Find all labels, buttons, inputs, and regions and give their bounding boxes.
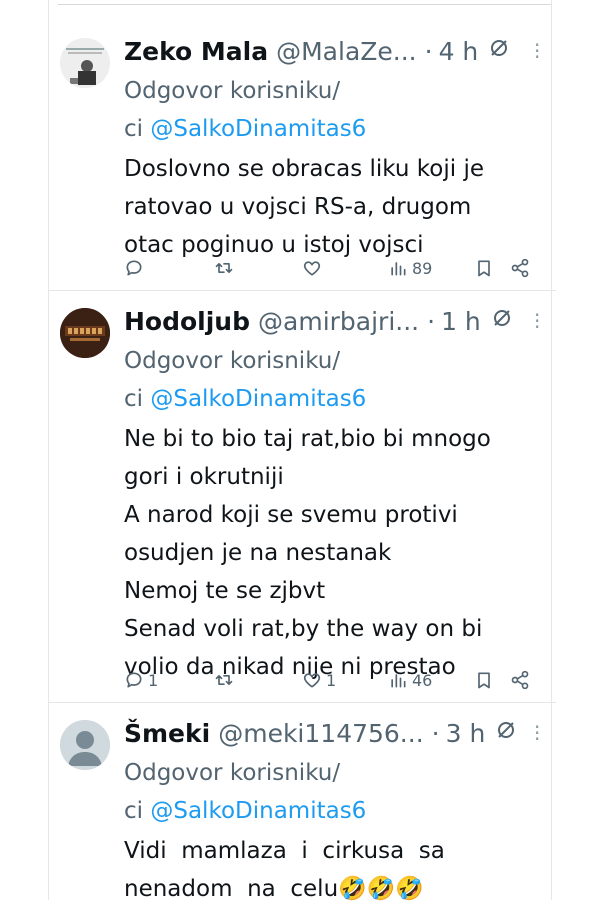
retweet-icon — [215, 263, 233, 273]
retweet-icon — [215, 675, 233, 685]
avatar[interactable] — [60, 720, 110, 770]
reply-icon — [126, 260, 142, 276]
author-handle[interactable]: @MalaZe... — [276, 37, 417, 66]
views-button[interactable]: 46 — [388, 670, 432, 690]
bookmark-icon — [478, 672, 490, 689]
avatar[interactable] — [60, 308, 110, 358]
tweet-text: Ne bi to bio taj rat,bio bi mnogo gori i… — [124, 426, 491, 680]
reply-prefix: Odgovor korisniku/ — [124, 760, 341, 786]
reply-context: Odgovor korisniku/ ci @SalkoDinamitas6 — [124, 754, 556, 830]
reply-mention-link[interactable]: @SalkoDinamitas6 — [150, 386, 366, 412]
share-button[interactable] — [510, 258, 530, 278]
author-handle[interactable]: @amirbajri... — [258, 307, 419, 336]
reply-context: Odgovor korisniku/ ci @SalkoDinamitas6 — [124, 72, 556, 148]
like-count: 1 — [326, 670, 337, 690]
tweet-actions: 1 1 46 — [124, 666, 540, 694]
reply-button[interactable]: 1 — [124, 670, 158, 690]
author-name[interactable]: Zeko Mala — [124, 37, 268, 66]
more-icon[interactable]: · · · — [534, 717, 540, 749]
grok-icon[interactable] — [495, 719, 517, 747]
like-button[interactable]: 1 — [302, 670, 336, 690]
reply-context: Odgovor korisniku/ ci @SalkoDinamitas6 — [124, 342, 556, 418]
author-name[interactable]: Šmeki — [124, 719, 210, 748]
tweet-hodoljub[interactable]: Hodoljub @amirbajri... · 1 h Odgovor kor… — [48, 290, 556, 703]
grok-icon[interactable] — [488, 37, 510, 65]
reply-mention-link[interactable]: @SalkoDinamitas6 — [150, 798, 366, 824]
views-count: 46 — [412, 670, 433, 690]
views-icon — [391, 262, 406, 276]
views-button[interactable]: 89 — [388, 258, 432, 278]
separator-dot: · — [424, 36, 433, 66]
reply-prefix-2: ci — [124, 798, 151, 824]
more-icon[interactable]: · · · — [534, 35, 540, 67]
timestamp[interactable]: 1 h — [441, 307, 481, 336]
share-button[interactable] — [510, 670, 530, 690]
avatar[interactable] — [60, 38, 110, 88]
grok-icon[interactable] — [491, 307, 513, 335]
reply-prefix-2: ci — [124, 116, 151, 142]
like-icon — [303, 673, 321, 688]
share-icon — [511, 258, 529, 278]
bookmark-button[interactable] — [474, 258, 494, 278]
reply-count: 1 — [148, 670, 159, 690]
author-name[interactable]: Hodoljub — [124, 307, 250, 336]
tweet-text: Doslovno se obracas liku koji je ratovao… — [124, 156, 484, 258]
bookmark-button[interactable] — [474, 670, 494, 690]
views-count: 89 — [412, 258, 433, 278]
reply-mention-link[interactable]: @SalkoDinamitas6 — [150, 116, 366, 142]
like-button[interactable] — [302, 258, 326, 278]
tweet-smeki[interactable]: Šmeki @meki114756... · 3 h Odgovor koris… — [48, 702, 556, 902]
retweet-button[interactable] — [214, 670, 238, 690]
reply-button[interactable] — [124, 258, 148, 278]
tweet-text: Vidi mamlaza i cirkusa sa nenadom na cel… — [124, 838, 445, 902]
author-handle[interactable]: @meki114756... — [218, 719, 423, 748]
timestamp[interactable]: 3 h — [446, 719, 486, 748]
reply-prefix: Odgovor korisniku/ — [124, 78, 341, 104]
bookmark-icon — [478, 260, 490, 277]
reply-prefix: Odgovor korisniku/ — [124, 348, 341, 374]
separator-dot: · — [427, 306, 436, 336]
reply-prefix-2: ci — [124, 386, 151, 412]
tweet-zeko-mala[interactable]: Zeko Mala @MalaZe... · 4 h Odgovor koris… — [48, 20, 556, 291]
reply-icon — [126, 672, 142, 688]
views-icon — [391, 674, 406, 688]
retweet-button[interactable] — [214, 258, 238, 278]
separator-dot: · — [431, 718, 440, 748]
tweet-actions: 89 — [124, 254, 540, 282]
timestamp[interactable]: 4 h — [439, 37, 479, 66]
share-icon — [511, 670, 529, 690]
more-icon[interactable]: · · · — [534, 305, 540, 337]
like-icon — [303, 261, 321, 276]
